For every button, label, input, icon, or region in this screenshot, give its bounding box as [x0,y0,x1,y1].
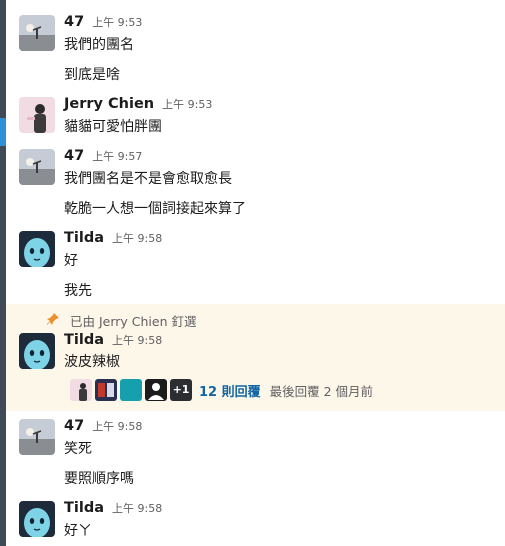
author-name[interactable]: 47 [64,148,84,164]
author-name[interactable]: Tilda [64,230,104,246]
timestamp[interactable]: 上午 9:58 [112,500,162,516]
timestamp[interactable]: 上午 9:58 [92,418,142,434]
author-name[interactable]: Tilda [64,500,104,516]
timestamp[interactable]: 上午 9:53 [162,96,212,112]
sidebar-edge-accent [0,118,6,146]
message-text: 貓貓可愛怕胖團 [64,119,162,135]
timestamp[interactable]: 上午 9:53 [92,14,142,30]
avatar-tilda[interactable] [19,501,55,537]
message-text: 我們的團名 [64,37,134,53]
avatar-47[interactable] [19,419,55,455]
avatar-47[interactable] [19,149,55,185]
timestamp[interactable]: 上午 9:57 [92,148,142,164]
pinned-label: 已由 Jerry Chien 釘選 [70,314,197,329]
message-text: 我先 [64,283,92,299]
message-text: 好 [64,253,78,269]
avatar-tilda[interactable] [19,333,55,369]
thread-avatar-jerry [70,379,92,401]
message-text: 乾脆一人想一個詞接起來算了 [64,201,246,217]
author-name[interactable]: Tilda [64,332,104,348]
message-text: 好ㄚ [64,523,92,539]
timestamp[interactable]: 上午 9:58 [112,230,162,246]
message-text: 到底是啥 [64,67,120,83]
sidebar-edge [0,0,6,546]
pin-icon [47,313,59,325]
avatar-tilda[interactable] [19,231,55,267]
thread-replies-link[interactable]: 12 則回覆 [199,381,261,400]
thread-avatar-user [95,379,117,401]
thread-more-count: +1 [170,379,192,401]
message-text: 波皮辣椒 [64,354,120,370]
author-name[interactable]: Jerry Chien [64,96,154,112]
message-text: 我們團名是不是會愈取愈長 [64,171,232,187]
thread-summary[interactable]: +1 12 則回覆 最後回覆 2 個月前 [70,378,373,402]
author-name[interactable]: 47 [64,418,84,434]
timestamp[interactable]: 上午 9:58 [112,332,162,348]
author-name[interactable]: 47 [64,14,84,30]
message-text: 笑死 [64,441,92,457]
message-text: 要照順序嗎 [64,471,134,487]
thread-avatar-default [145,379,167,401]
thread-last-reply: 最後回覆 2 個月前 [269,383,374,399]
avatar-jerry[interactable] [19,97,55,133]
avatar-47[interactable] [19,15,55,51]
thread-avatar-teal [120,379,142,401]
